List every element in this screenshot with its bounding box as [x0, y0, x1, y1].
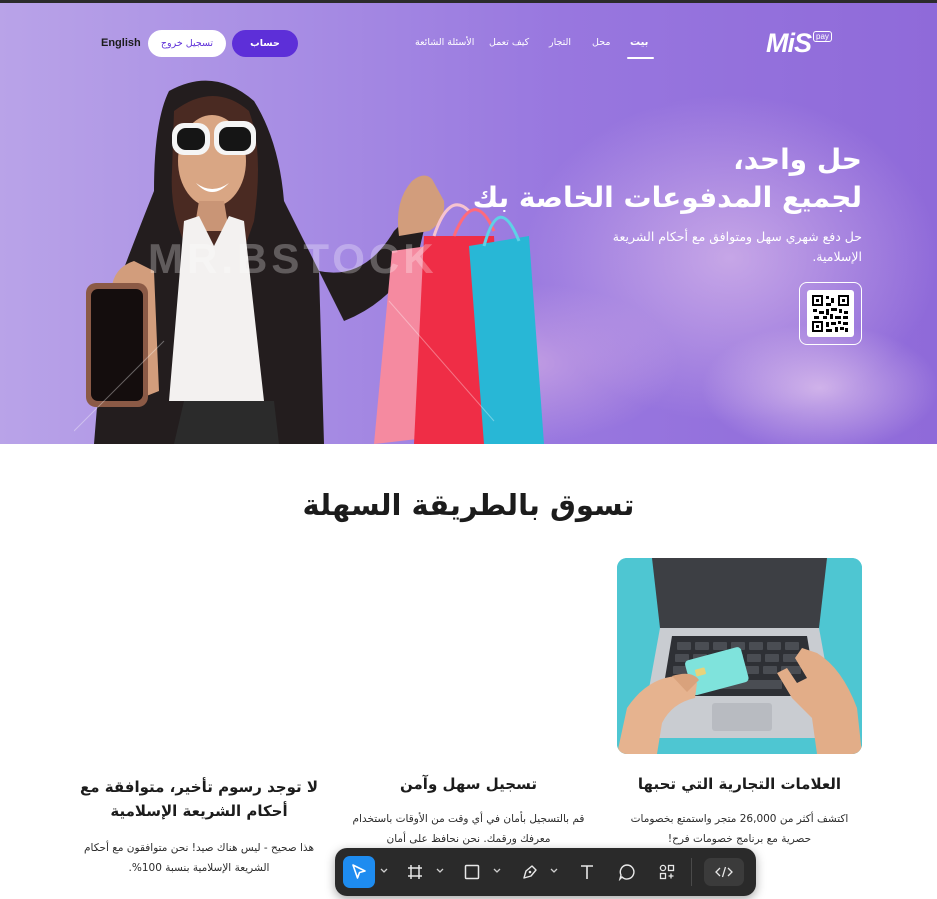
frame-tool-button[interactable]	[399, 856, 431, 888]
components-tool-button[interactable]	[651, 856, 683, 888]
hero-banner: MR.BSTOCK MiS pay بيت محل التجار كيف تعم…	[0, 3, 937, 444]
logout-button[interactable]: تسجيل خروج	[148, 30, 226, 57]
feature-title-brands: العلامات التجارية التي تحبها	[637, 775, 842, 793]
feature-text-no-fees: هذا صحيح - ليس هناك صيد! نحن متوافقون مع…	[84, 842, 314, 874]
nav-item-shop[interactable]: محل	[592, 37, 610, 48]
nav-item-how-it-works[interactable]: كيف تعمل	[489, 37, 529, 48]
laptop-payment-image	[617, 558, 862, 754]
chevron-down-icon[interactable]	[435, 866, 445, 876]
text-t-icon	[581, 865, 593, 879]
hero-title: حل واحد، لجميع المدفوعات الخاصة بك	[422, 141, 862, 217]
nav-item-faq[interactable]: الأسئلة الشائعة	[415, 37, 474, 48]
design-toolbar	[335, 848, 756, 896]
code-brackets-icon	[715, 866, 733, 878]
components-grid-icon	[659, 864, 675, 880]
chevron-down-icon[interactable]	[549, 866, 559, 876]
comment-bubble-icon	[618, 864, 635, 881]
cursor-arrow-icon	[352, 864, 366, 879]
pen-tool-button[interactable]	[514, 856, 546, 888]
feature-text-brands: اكتشف أكثر من 26,000 متجر واستمتع بخصوما…	[630, 813, 849, 845]
language-switch[interactable]: English	[101, 37, 141, 49]
pen-nib-icon	[523, 865, 537, 879]
feature-title-no-fees: لا توجد رسوم تأخير، متوافقة مع أحكام الش…	[79, 778, 318, 820]
chevron-down-icon[interactable]	[379, 866, 389, 876]
nav-item-merchants[interactable]: التجار	[549, 37, 571, 48]
code-view-button[interactable]	[704, 858, 744, 886]
chevron-down-icon[interactable]	[492, 866, 502, 876]
section-title: تسوق بالطريقة السهلة	[302, 488, 635, 522]
hero-subtitle: حل دفع شهري سهل ومتوافق مع أحكام الشريعة…	[612, 229, 862, 264]
feature-text-signup: قم بالتسجيل بأمان في أي وقت من الأوقات ب…	[352, 813, 585, 845]
comment-tool-button[interactable]	[611, 856, 643, 888]
nav-active-indicator	[627, 57, 654, 59]
qr-code-button[interactable]	[799, 282, 862, 345]
toolbar-divider	[691, 858, 692, 886]
frame-hash-icon	[408, 865, 422, 879]
rectangle-icon	[464, 864, 480, 880]
qr-code-icon	[807, 290, 854, 337]
account-button[interactable]: حساب	[232, 30, 298, 57]
hero-title-line2: لجميع المدفوعات الخاصة بك	[472, 181, 862, 214]
hero-title-line1: حل واحد،	[733, 143, 862, 176]
feature-title-signup: تسجيل سهل وآمن	[400, 775, 537, 793]
text-tool-button[interactable]	[571, 856, 603, 888]
move-tool-button[interactable]	[343, 856, 375, 888]
rectangle-tool-button[interactable]	[456, 856, 488, 888]
nav-item-home[interactable]: بيت	[630, 37, 648, 48]
image-watermark: MR.BSTOCK	[148, 235, 438, 282]
